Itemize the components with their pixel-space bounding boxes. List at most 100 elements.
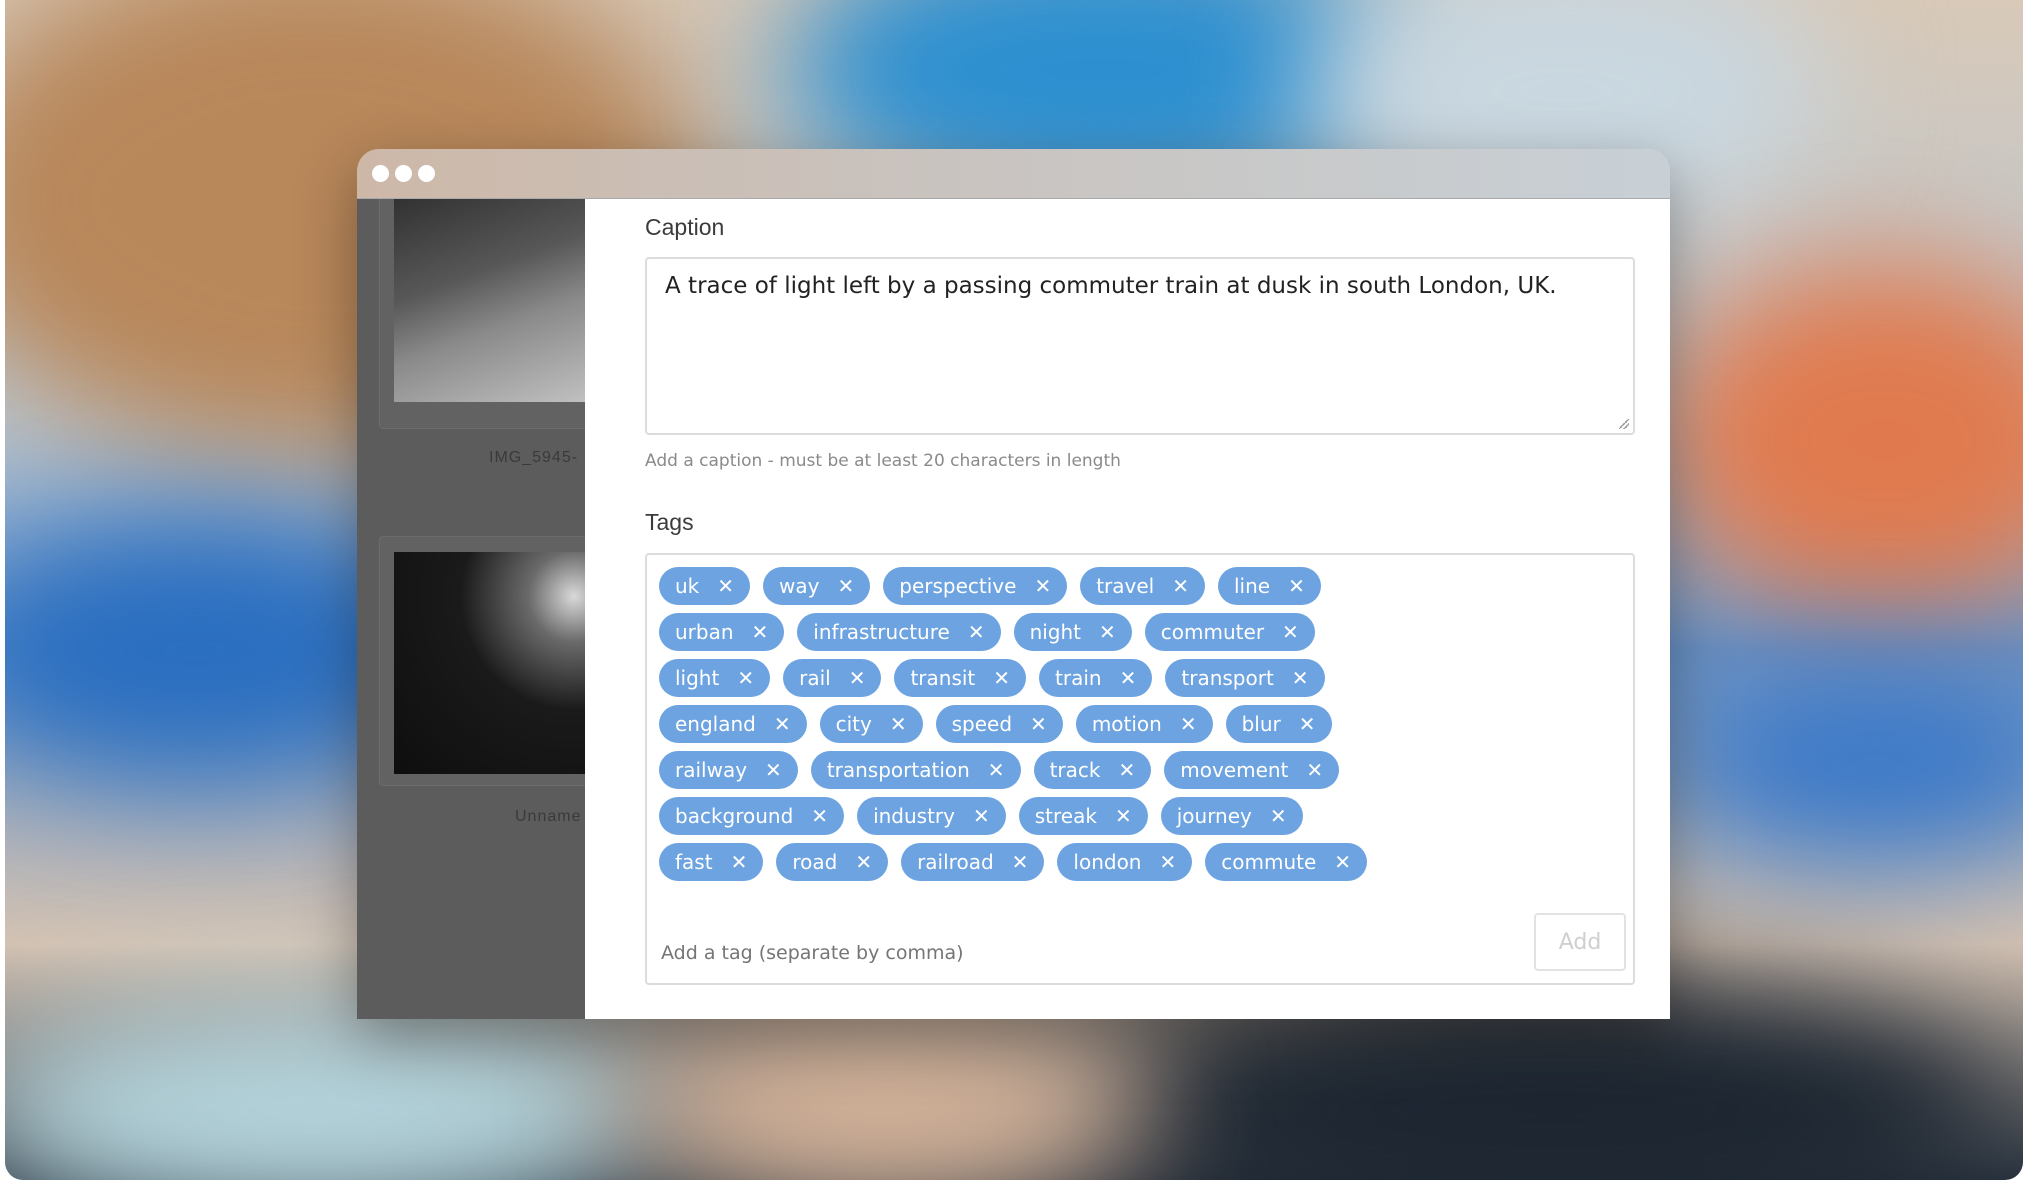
tag-chip: england ✕ — [659, 705, 807, 743]
tag-label: way — [779, 574, 820, 598]
tag-row: light ✕ rail ✕ transit ✕ train ✕ transport ✕ — [659, 659, 1325, 697]
remove-tag-icon[interactable]: ✕ — [1115, 806, 1132, 826]
tag-chip: uk ✕ — [659, 567, 751, 605]
remove-tag-icon[interactable]: ✕ — [855, 852, 872, 872]
tag-label: railroad — [917, 850, 994, 874]
remove-tag-icon[interactable]: ✕ — [1099, 622, 1116, 642]
tags-box: uk ✕ way ✕ perspective ✕ travel ✕ line ✕ urban ✕ inf… — [645, 553, 1635, 985]
tag-input[interactable] — [659, 941, 1263, 965]
remove-tag-icon[interactable]: ✕ — [752, 622, 769, 642]
tag-label: london — [1073, 850, 1142, 874]
tag-label: industry — [873, 804, 955, 828]
tag-label: train — [1055, 666, 1102, 690]
remove-tag-icon[interactable]: ✕ — [1012, 852, 1029, 872]
tag-label: perspective — [899, 574, 1017, 598]
tag-chip: night ✕ — [1013, 613, 1132, 651]
tag-label: blur — [1241, 712, 1281, 736]
tag-label: light — [675, 666, 720, 690]
tag-label: transport — [1181, 666, 1274, 690]
caption-textarea[interactable]: A trace of light left by a passing commu… — [645, 257, 1635, 435]
app-window: IMG_5945- Unname Caption A trace of ligh… — [357, 149, 1670, 1019]
remove-tag-icon[interactable]: ✕ — [1292, 668, 1309, 688]
tag-label: transit — [910, 666, 976, 690]
remove-tag-icon[interactable]: ✕ — [968, 622, 985, 642]
remove-tag-icon[interactable]: ✕ — [717, 576, 734, 596]
tag-label: movement — [1180, 758, 1289, 782]
remove-tag-icon[interactable]: ✕ — [1120, 668, 1137, 688]
remove-tag-icon[interactable]: ✕ — [993, 668, 1010, 688]
tag-label: background — [675, 804, 794, 828]
tag-label: motion — [1091, 712, 1162, 736]
tags-label: Tags — [645, 509, 694, 535]
remove-tag-icon[interactable]: ✕ — [988, 760, 1005, 780]
remove-tag-icon[interactable]: ✕ — [837, 576, 854, 596]
tag-label: urban — [675, 620, 734, 644]
tag-row: uk ✕ way ✕ perspective ✕ travel ✕ line ✕ — [659, 567, 1321, 605]
tag-chip: infrastructure ✕ — [797, 613, 1001, 651]
tag-chip: background ✕ — [659, 797, 845, 835]
remove-tag-icon[interactable]: ✕ — [1118, 760, 1135, 780]
add-tag-button[interactable]: Add — [1534, 913, 1626, 971]
remove-tag-icon[interactable]: ✕ — [849, 668, 866, 688]
remove-tag-icon[interactable]: ✕ — [890, 714, 907, 734]
image-thumbnail-card[interactable] — [379, 199, 585, 429]
tag-chip: line ✕ — [1218, 567, 1321, 605]
remove-tag-icon[interactable]: ✕ — [1282, 622, 1299, 642]
tag-label: journey — [1176, 804, 1252, 828]
snow-forest-thumbnail — [394, 199, 585, 402]
tag-chip: blur ✕ — [1225, 705, 1332, 743]
image-thumbnail-card[interactable] — [379, 536, 585, 786]
remove-tag-icon[interactable]: ✕ — [1180, 714, 1197, 734]
remove-tag-icon[interactable]: ✕ — [1334, 852, 1351, 872]
tag-chip: light ✕ — [659, 659, 771, 697]
remove-tag-icon[interactable]: ✕ — [1299, 714, 1316, 734]
remove-tag-icon[interactable]: ✕ — [1306, 760, 1323, 780]
remove-tag-icon[interactable]: ✕ — [1270, 806, 1287, 826]
caption-text: A trace of light left by a passing commu… — [665, 273, 1557, 299]
tag-chip: commuter ✕ — [1144, 613, 1315, 651]
remove-tag-icon[interactable]: ✕ — [737, 668, 754, 688]
window-close-dot[interactable] — [372, 165, 389, 182]
tag-chip: transit ✕ — [894, 659, 1027, 697]
remove-tag-icon[interactable]: ✕ — [1159, 852, 1176, 872]
tag-row: urban ✕ infrastructure ✕ night ✕ commuter ✕ — [659, 613, 1315, 651]
edit-panel: Caption A trace of light left by a passi… — [585, 199, 1670, 1019]
tag-chip: motion ✕ — [1075, 705, 1213, 743]
tag-label: railway — [675, 758, 748, 782]
tag-chip: fast ✕ — [659, 843, 764, 881]
tag-chip: streak ✕ — [1018, 797, 1148, 835]
tag-chip: speed ✕ — [935, 705, 1063, 743]
resize-handle-icon[interactable] — [1619, 419, 1629, 429]
window-minimize-dot[interactable] — [395, 165, 412, 182]
tag-row: england ✕ city ✕ speed ✕ motion ✕ blur ✕ — [659, 705, 1332, 743]
image-sidebar: IMG_5945- Unname — [357, 199, 585, 1019]
thumbnail-filename: IMG_5945- — [489, 449, 579, 466]
remove-tag-icon[interactable]: ✕ — [1288, 576, 1305, 596]
tag-label: road — [792, 850, 838, 874]
tag-label: commuter — [1160, 620, 1265, 644]
bg-blob — [1665, 660, 2023, 860]
remove-tag-icon[interactable]: ✕ — [765, 760, 782, 780]
remove-tag-icon[interactable]: ✕ — [774, 714, 791, 734]
tag-label: travel — [1096, 574, 1155, 598]
window-maximize-dot[interactable] — [418, 165, 435, 182]
tag-row: railway ✕ transportation ✕ track ✕ movement ✕ — [659, 751, 1340, 789]
tag-row: fast ✕ road ✕ railroad ✕ london ✕ commute ✕ — [659, 843, 1368, 881]
remove-tag-icon[interactable]: ✕ — [1172, 576, 1189, 596]
tag-chip: transport ✕ — [1165, 659, 1325, 697]
tag-chip: transportation ✕ — [810, 751, 1021, 789]
tag-chip: industry ✕ — [857, 797, 1006, 835]
remove-tag-icon[interactable]: ✕ — [731, 852, 748, 872]
tag-label: line — [1234, 574, 1271, 598]
tag-chip: way ✕ — [763, 567, 871, 605]
tag-label: track — [1049, 758, 1101, 782]
tag-label: england — [675, 712, 756, 736]
remove-tag-icon[interactable]: ✕ — [1034, 576, 1051, 596]
remove-tag-icon[interactable]: ✕ — [811, 806, 828, 826]
remove-tag-icon[interactable]: ✕ — [973, 806, 990, 826]
tag-chip: road ✕ — [776, 843, 889, 881]
tag-label: fast — [675, 850, 713, 874]
window-titlebar — [357, 149, 1670, 199]
remove-tag-icon[interactable]: ✕ — [1030, 714, 1047, 734]
tag-label: night — [1029, 620, 1082, 644]
